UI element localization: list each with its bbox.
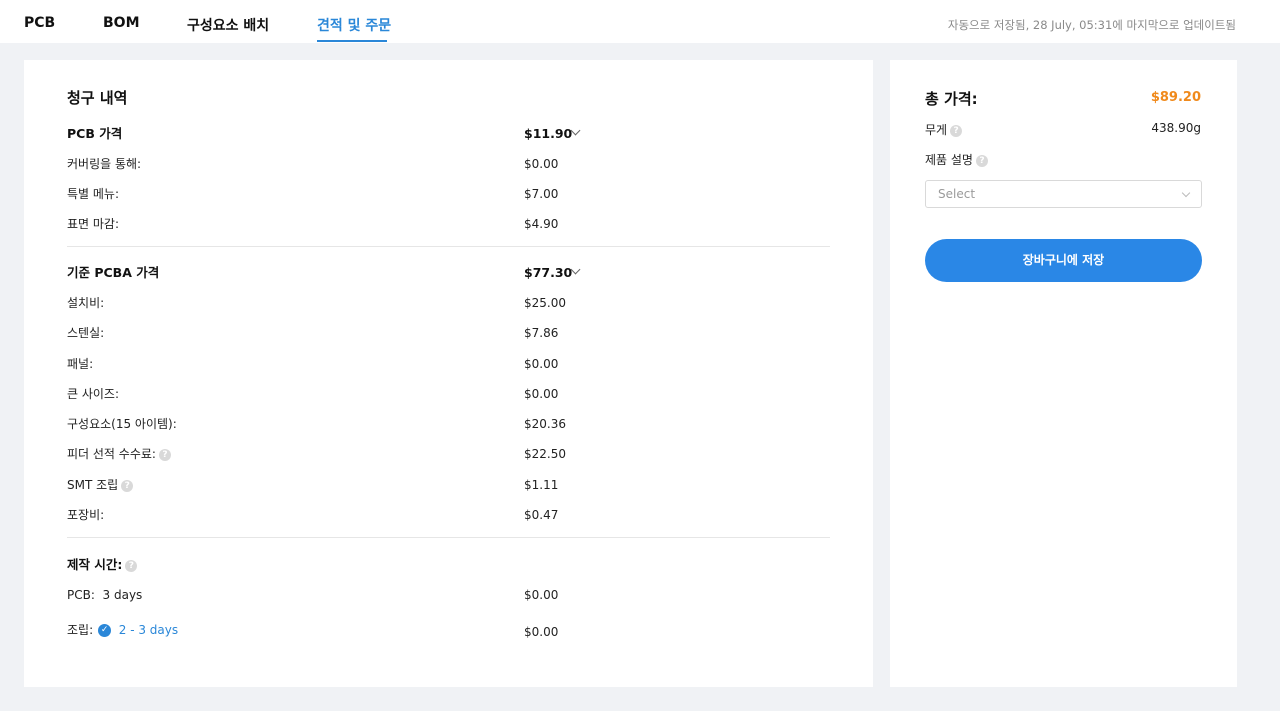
packaging-value: $0.47: [524, 508, 559, 522]
top-navigation-bar: PCB BOM 구성요소 배치 견적 및 주문 자동으로 저장됨, 28 Jul…: [0, 0, 1280, 43]
stencil-value: $7.86: [524, 326, 559, 340]
large-size-label: 큰 사이즈:: [67, 387, 120, 401]
tab-bom[interactable]: BOM: [103, 15, 140, 31]
chevron-down-icon: [1181, 188, 1191, 198]
assembly-lead-time: 조립: ✓ 2 - 3 days: [67, 622, 178, 638]
tab-quote-and-order[interactable]: 견적 및 주문: [317, 15, 391, 35]
large-size-value: $0.00: [524, 387, 559, 401]
total-price-label: 총 가격:: [925, 90, 978, 108]
pcb-price-value: $11.90: [524, 126, 573, 141]
section-divider: [67, 246, 830, 247]
setup-fee-label: 설치비:: [67, 296, 105, 310]
packaging-label: 포장비:: [67, 508, 105, 522]
pcb-price-label: PCB 가격: [67, 126, 123, 141]
autosave-status: 자동으로 저장됨, 28 July, 05:31에 마지막으로 업데이트됨: [947, 18, 1236, 32]
panel-value: $0.00: [524, 357, 559, 371]
pcb-lead-time: PCB: 3 days: [67, 587, 142, 603]
billing-title: 청구 내역: [67, 89, 128, 107]
help-icon[interactable]: ?: [158, 448, 171, 461]
product-description-row: 제품 설명?: [925, 151, 988, 168]
pcba-price-label: 기준 PCBA 가격: [67, 265, 160, 280]
pcb-lead-value: $0.00: [524, 588, 559, 602]
help-icon[interactable]: ?: [975, 154, 988, 167]
via-covering-value: $0.00: [524, 157, 559, 171]
special-menu-label: 특별 메뉴:: [67, 187, 120, 201]
special-menu-value: $7.00: [524, 187, 559, 201]
components-value: $20.36: [524, 417, 566, 431]
stencil-label: 스텐실:: [67, 326, 105, 340]
billing-details-panel: [24, 60, 873, 687]
feeder-fee-value: $22.50: [524, 447, 566, 461]
help-icon[interactable]: ?: [121, 479, 134, 492]
tab-component-placement[interactable]: 구성요소 배치: [187, 15, 269, 35]
smt-assembly-row: SMT 조립?: [67, 477, 134, 493]
surface-finish-label: 표면 마감:: [67, 217, 120, 231]
panel-label: 패널:: [67, 357, 94, 371]
assembly-lead-value: $0.00: [524, 625, 559, 639]
assembly-lead-label: 조립:: [67, 623, 94, 637]
lead-time-row: 제작 시간:?: [67, 557, 138, 573]
assembly-lead-days[interactable]: 2 - 3 days: [119, 623, 178, 637]
product-description-select[interactable]: Select: [925, 180, 1202, 208]
total-price-value: $89.20: [1150, 90, 1201, 105]
tab-pcb[interactable]: PCB: [24, 15, 55, 31]
help-icon[interactable]: ?: [125, 559, 138, 572]
save-to-cart-button[interactable]: 장바구니에 저장: [925, 239, 1202, 282]
active-tab-indicator: [317, 40, 387, 42]
lead-time-label: 제작 시간:: [67, 557, 123, 572]
weight-row: 무게?: [925, 121, 963, 138]
smt-assembly-label: SMT 조립: [67, 478, 119, 492]
via-covering-label: 커버링을 통해:: [67, 157, 142, 171]
setup-fee-value: $25.00: [524, 296, 566, 310]
help-icon[interactable]: ?: [950, 124, 963, 137]
weight-value: 438.90g: [1151, 121, 1201, 135]
pcb-lead-label: PCB:: [67, 588, 95, 602]
smt-assembly-value: $1.11: [524, 478, 559, 492]
select-placeholder: Select: [938, 187, 976, 201]
check-circle-icon[interactable]: ✓: [98, 624, 112, 637]
section-divider: [67, 537, 830, 538]
weight-label: 무게: [925, 123, 948, 137]
pcb-lead-days: 3 days: [102, 588, 143, 602]
components-label: 구성요소(15 아이템):: [67, 417, 177, 431]
feeder-fee-label: 피더 선적 수수료:: [67, 447, 156, 461]
product-description-label: 제품 설명: [925, 153, 973, 167]
pcba-price-value: $77.30: [524, 265, 573, 280]
surface-finish-value: $4.90: [524, 217, 559, 231]
feeder-fee-row: 피더 선적 수수료:?: [67, 446, 171, 462]
